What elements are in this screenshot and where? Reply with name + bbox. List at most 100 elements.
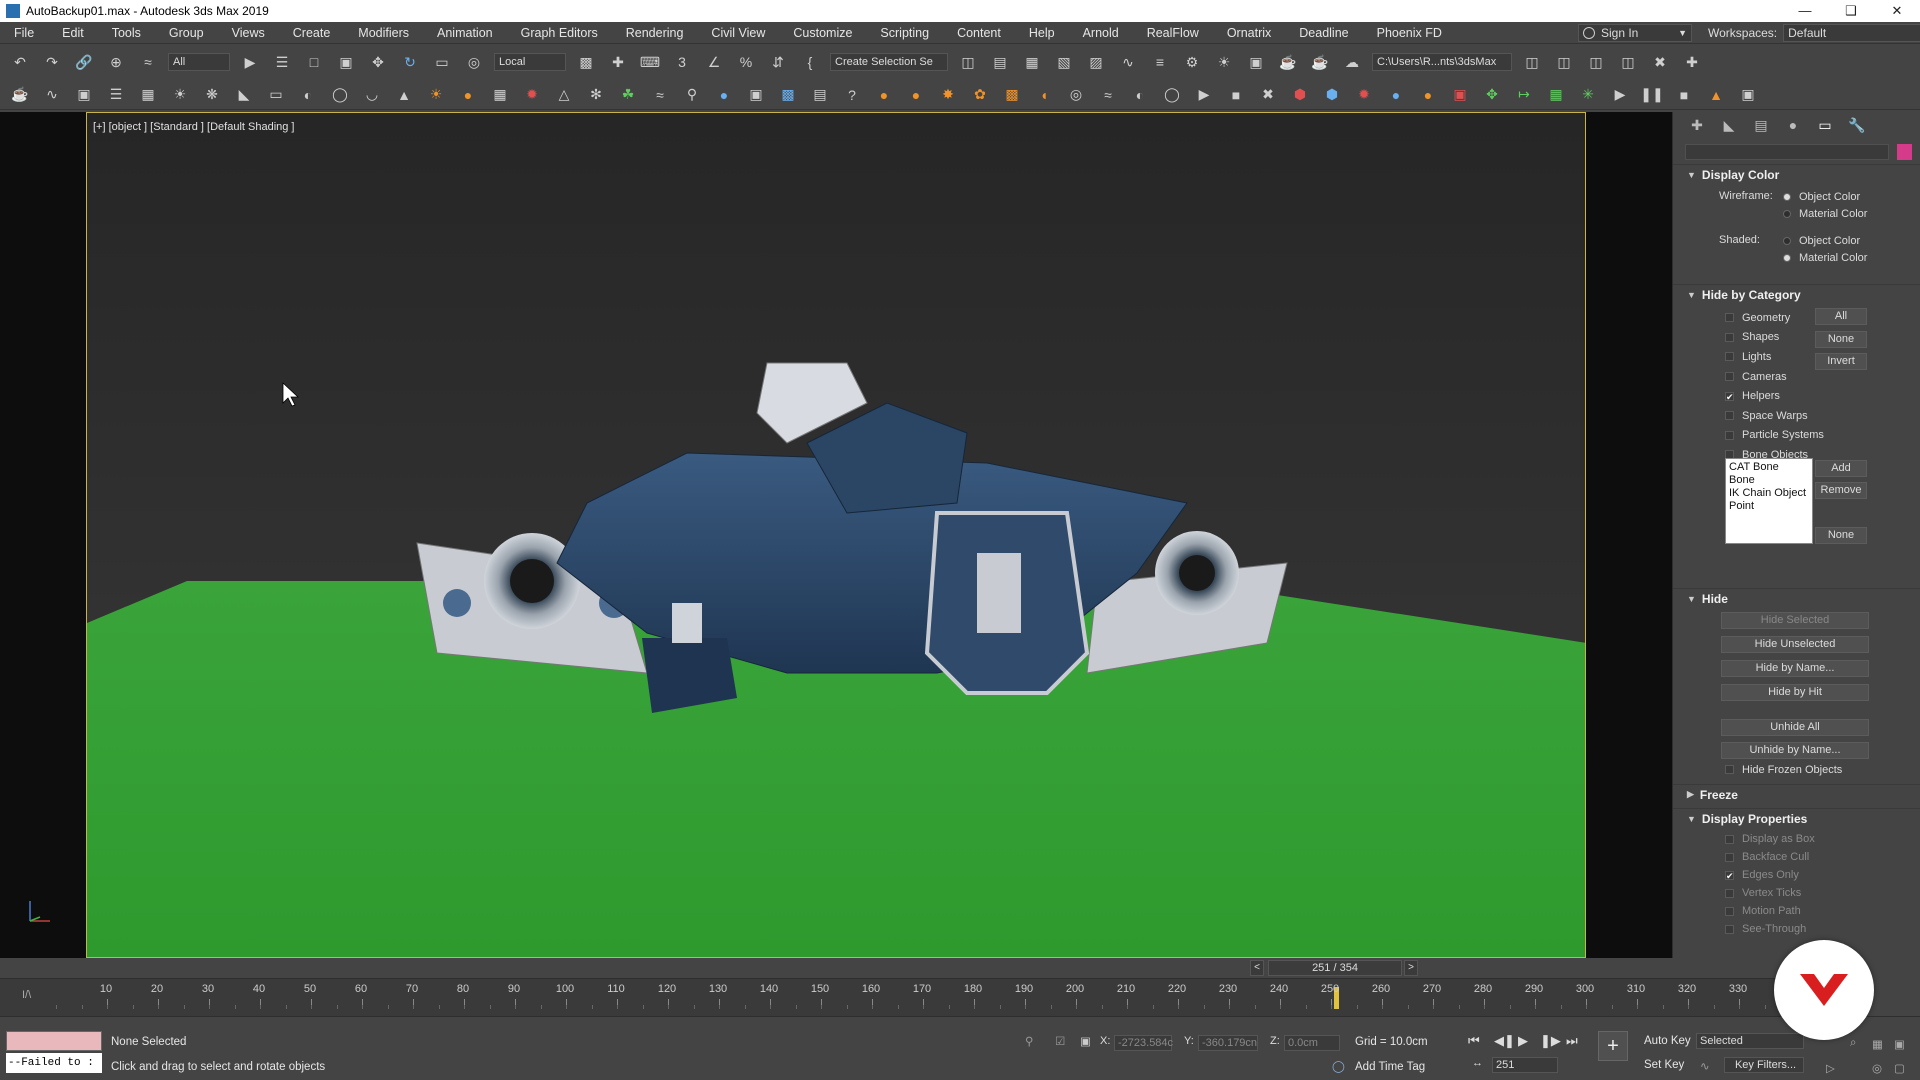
menu-item-file[interactable]: File xyxy=(0,26,48,40)
minimize-icon[interactable]: — xyxy=(1782,0,1828,22)
stop-icon[interactable]: ■ xyxy=(1672,84,1696,106)
play-sim-icon[interactable]: ▶ xyxy=(1192,84,1216,106)
category-remove-button[interactable]: Remove xyxy=(1815,482,1867,499)
key-selection-dropdown[interactable]: Selected xyxy=(1696,1033,1804,1049)
fluid-sphere-icon[interactable]: ● xyxy=(904,84,928,106)
menu-item-arnold[interactable]: Arnold xyxy=(1069,26,1133,40)
motion-tab-icon[interactable]: ● xyxy=(1777,117,1809,133)
material-icon[interactable]: ▩ xyxy=(776,84,800,106)
shaded-material-color[interactable]: Material Color xyxy=(1783,249,1867,266)
ornatrix-guide-icon[interactable]: ↦ xyxy=(1512,84,1536,106)
ribbon-toggle-icon[interactable]: ▨ xyxy=(1084,51,1108,73)
go-to-end-icon[interactable]: ⏭ xyxy=(1566,1033,1578,1049)
submit-icon[interactable]: ▣ xyxy=(1736,84,1760,106)
add-time-tag[interactable]: Add Time Tag xyxy=(1355,1061,1425,1073)
zoom-extents-icon[interactable]: ▣ xyxy=(1894,1037,1905,1051)
current-frame-field[interactable]: 251 xyxy=(1492,1057,1558,1073)
key-filters-button[interactable]: Key Filters... xyxy=(1724,1057,1804,1073)
select-by-name-icon[interactable]: ☰ xyxy=(270,51,294,73)
listbox-item[interactable]: Bone xyxy=(1729,474,1809,487)
listbox-item[interactable]: CAT Bone xyxy=(1729,461,1809,474)
category-none-button[interactable]: None xyxy=(1815,331,1867,348)
ornatrix-grid-icon[interactable]: ▦ xyxy=(1544,84,1568,106)
particle-view-icon[interactable]: ❋ xyxy=(200,84,224,106)
category-checkbox-geometry[interactable]: Geometry xyxy=(1725,308,1824,328)
bind-spacewarp-icon[interactable]: ≈ xyxy=(136,51,160,73)
display-color-rollout[interactable]: ▼ Display Color xyxy=(1673,164,1920,184)
merge-icon[interactable]: ◫ xyxy=(1616,51,1640,73)
mirror-icon[interactable]: ◫ xyxy=(956,51,980,73)
grid-icon[interactable]: ▦ xyxy=(488,84,512,106)
stop-sim-icon[interactable]: ■ xyxy=(1224,84,1248,106)
hide-frozen-checkbox[interactable]: Hide Frozen Objects xyxy=(1725,761,1842,778)
go-to-start-icon[interactable]: ⏮ xyxy=(1468,1033,1480,1049)
shaded-object-color[interactable]: Object Color xyxy=(1783,232,1860,249)
timeline-toggle-icon[interactable]: I/\ xyxy=(22,989,31,1001)
particle-icon[interactable]: ✹ xyxy=(520,84,544,106)
category-list-none-button[interactable]: None xyxy=(1815,527,1867,544)
play-icon[interactable]: ▶ xyxy=(1608,84,1632,106)
play-animation-icon[interactable]: ▶ xyxy=(1518,1033,1528,1049)
create-tab-icon[interactable]: ✚ xyxy=(1681,117,1713,134)
light-bulb-icon[interactable]: ● xyxy=(456,84,480,106)
menu-item-edit[interactable]: Edit xyxy=(48,26,98,40)
cone-icon[interactable]: ▲ xyxy=(392,84,416,106)
pause-icon[interactable]: ❚❚ xyxy=(1640,84,1664,106)
realflow-mesh-icon[interactable]: ● xyxy=(1416,84,1440,106)
menu-item-group[interactable]: Group xyxy=(155,26,218,40)
timeline-track[interactable]: I/\ 10 20 30 40 50 60 70 80 90 100 110 120 130 140 150… xyxy=(0,978,1791,1016)
plane-icon[interactable]: ▭ xyxy=(264,84,288,106)
snaps-toggle-icon[interactable]: 3 xyxy=(670,51,694,73)
viewport-nav-icon[interactable]: ▷ xyxy=(1826,1061,1835,1075)
undo-icon[interactable]: ↶ xyxy=(8,51,32,73)
realflow-emitter-icon[interactable]: ✹ xyxy=(1352,84,1376,106)
auto-key-button[interactable]: Auto Key xyxy=(1644,1035,1691,1047)
category-checkbox-particle-systems[interactable]: Particle Systems xyxy=(1725,426,1824,446)
scatter-icon[interactable]: ✻ xyxy=(584,84,608,106)
orbit-icon[interactable]: ◎ xyxy=(1872,1061,1882,1075)
rect-selection-icon[interactable]: □ xyxy=(302,51,326,73)
ornatrix-star-icon[interactable]: ✳ xyxy=(1576,84,1600,106)
perspective-viewport[interactable]: [+] [object ] [Standard ] [Default Shadi… xyxy=(86,112,1586,958)
project-path-dropdown[interactable]: C:\Users\R...nts\3dsMax xyxy=(1372,53,1512,71)
half-globe-icon[interactable]: ◐ xyxy=(1128,84,1152,106)
hide-unselected-button[interactable]: Hide Unselected xyxy=(1721,636,1869,653)
rotate-icon[interactable]: ↻ xyxy=(398,51,422,73)
render-iterative-icon[interactable]: ☕ xyxy=(1308,51,1332,73)
set-key-large-icon[interactable]: + xyxy=(1598,1031,1628,1061)
frame-counter[interactable]: 251 / 354 xyxy=(1268,960,1402,976)
hide-by-hit-button[interactable]: Hide by Hit xyxy=(1721,684,1869,701)
absolute-mode-icon[interactable]: ▣ xyxy=(1080,1034,1091,1048)
deadline-icon[interactable]: ▲ xyxy=(1704,84,1728,106)
menu-item-ornatrix[interactable]: Ornatrix xyxy=(1213,26,1285,40)
light-lister-icon[interactable]: ☀ xyxy=(168,84,192,106)
globe-icon[interactable]: ◎ xyxy=(1064,84,1088,106)
wave-icon[interactable]: ≈ xyxy=(1096,84,1120,106)
rendered-frame-icon[interactable]: ▣ xyxy=(1244,51,1268,73)
restore-icon[interactable]: ❑ xyxy=(1828,0,1874,22)
render-setup-icon[interactable]: ☀ xyxy=(1212,51,1236,73)
utilities-tab-icon[interactable]: 🔧 xyxy=(1841,117,1873,134)
menu-item-tools[interactable]: Tools xyxy=(98,26,155,40)
project-folder-icon[interactable]: ◫ xyxy=(1520,51,1544,73)
menu-item-civil-view[interactable]: Civil View xyxy=(697,26,779,40)
display-prop-vertex-ticks[interactable]: Vertex Ticks xyxy=(1725,884,1920,902)
layer-explorer-icon[interactable]: ▧ xyxy=(1052,51,1076,73)
curve-editor-icon[interactable]: ∿ xyxy=(1116,51,1140,73)
select-object-icon[interactable]: ▶ xyxy=(238,51,262,73)
category-checkbox-lights[interactable]: Lights xyxy=(1725,347,1824,367)
spinner-snap-icon[interactable]: ⇵ xyxy=(766,51,790,73)
listbox-item[interactable]: Point xyxy=(1729,500,1809,513)
modify-tab-icon[interactable]: ◣ xyxy=(1713,117,1745,134)
category-checkbox-cameras[interactable]: Cameras xyxy=(1725,367,1824,387)
menu-item-create[interactable]: Create xyxy=(279,26,345,40)
hide-selected-button[interactable]: Hide Selected xyxy=(1721,612,1869,629)
realflow-domain-icon[interactable]: ⬢ xyxy=(1320,84,1344,106)
wireframe-material-color[interactable]: Material Color xyxy=(1783,205,1867,222)
display-prop-backface-cull[interactable]: Backface Cull xyxy=(1725,848,1920,866)
menu-item-deadline[interactable]: Deadline xyxy=(1285,26,1362,40)
listbox-item[interactable]: IK Chain Object xyxy=(1729,487,1809,500)
render-in-cloud-icon[interactable]: ☁ xyxy=(1340,51,1364,73)
display-prop-edges-only[interactable]: ✔ Edges Only xyxy=(1725,866,1920,884)
snap-tool-icon[interactable]: ✚ xyxy=(1680,51,1704,73)
